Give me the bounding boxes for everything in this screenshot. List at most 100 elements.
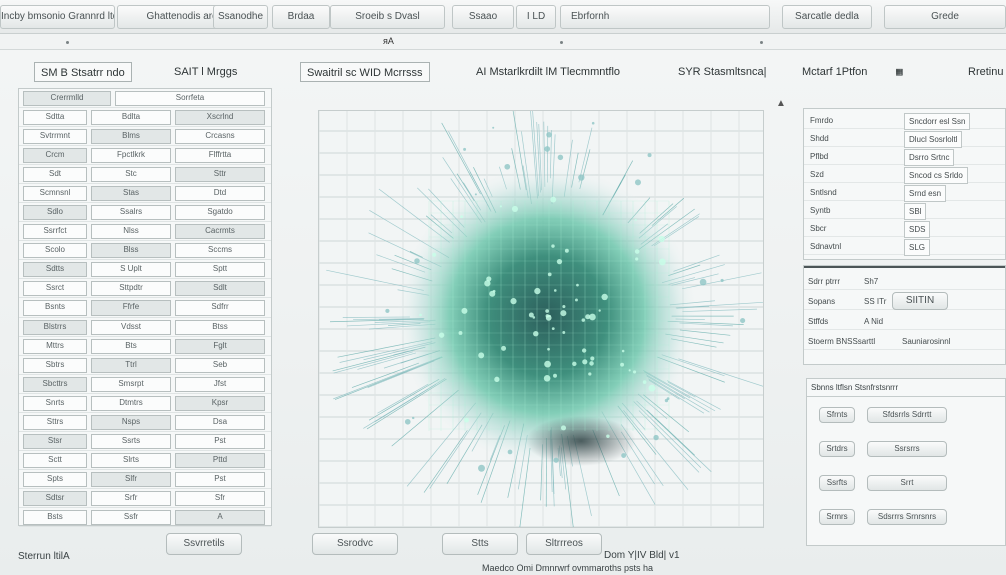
form-field[interactable]: Dtmtrs xyxy=(91,395,171,411)
form-field[interactable]: Ffrfe xyxy=(91,300,171,316)
form-field[interactable]: Sdlt xyxy=(175,281,265,297)
form-field[interactable]: Seb xyxy=(175,357,265,373)
form-field[interactable]: Sttpdtr xyxy=(91,281,171,297)
tab-6[interactable]: Ssaao xyxy=(452,5,514,29)
list-item[interactable]: Ssrfts xyxy=(819,475,855,491)
form-field[interactable]: Pttd xyxy=(175,452,265,468)
menu-item-4[interactable]: AI Mstarlkrdilt lM Tlecmmntflo xyxy=(470,62,626,82)
form-field[interactable]: Fglt xyxy=(175,338,265,354)
form-field[interactable]: Sfr xyxy=(175,490,265,506)
bottom-button-1[interactable]: Ssvrretils xyxy=(166,533,242,555)
toolbar-mark-icon[interactable]: ᴙA xyxy=(383,36,394,46)
bottom-button-3[interactable]: Stts xyxy=(442,533,518,555)
form-field[interactable]: Scmnsnl xyxy=(23,186,87,202)
list-item[interactable]: Sdsrrrs Srnrsnrs xyxy=(867,509,947,525)
form-field[interactable]: Snrts xyxy=(23,395,87,411)
menu-item-7[interactable]: Rretinu xyxy=(962,62,1006,82)
setting-value[interactable]: Sh7 xyxy=(864,274,878,289)
settings-apply-button[interactable]: SIITIN xyxy=(892,292,948,310)
list-item[interactable]: Sfdsrrls Sdrrtt xyxy=(867,407,947,423)
form-field[interactable]: Sctt xyxy=(23,452,87,468)
form-field[interactable]: Crerrmlld xyxy=(23,91,111,107)
form-field[interactable]: Sdtta xyxy=(23,110,87,126)
form-field[interactable]: Sptt xyxy=(175,262,265,278)
form-field[interactable]: Bts xyxy=(91,338,171,354)
form-field[interactable]: Sdfrr xyxy=(175,300,265,316)
form-field[interactable]: Smsrpt xyxy=(91,376,171,392)
form-field[interactable]: Ssrct xyxy=(23,281,87,297)
list-item[interactable]: Ssrsrrs xyxy=(867,441,947,457)
form-field[interactable]: Nsps xyxy=(91,414,171,430)
form-field[interactable]: Blms xyxy=(91,129,171,145)
property-value[interactable]: SDS xyxy=(904,221,931,238)
form-field[interactable]: Pst xyxy=(175,471,265,487)
form-field[interactable]: Ssrts xyxy=(91,433,171,449)
form-field[interactable]: Flffrtta xyxy=(175,148,265,164)
form-field[interactable]: Jfst xyxy=(175,376,265,392)
form-field[interactable]: Sdtsr xyxy=(23,490,87,506)
form-field[interactable]: Sgatdo xyxy=(175,205,265,221)
form-field[interactable]: Sttr xyxy=(175,167,265,183)
setting-value[interactable]: SS ITr xyxy=(864,294,886,309)
form-field[interactable]: Svtrrmnt xyxy=(23,129,87,145)
form-field[interactable]: A xyxy=(175,509,265,525)
form-field[interactable]: Kpsr xyxy=(175,395,265,411)
tab-9[interactable]: Sarcatle dedla xyxy=(782,5,872,29)
tab-3[interactable]: Ssanodhe xyxy=(213,5,268,29)
form-field[interactable]: Sorrfeta xyxy=(115,91,265,107)
menu-item-5[interactable]: SYR Stasmltsnca| xyxy=(672,62,772,82)
form-field[interactable]: Bsnts xyxy=(23,300,87,316)
form-field[interactable]: Btss xyxy=(175,319,265,335)
form-field[interactable]: Pst xyxy=(175,433,265,449)
form-field[interactable]: Sdlo xyxy=(23,205,87,221)
form-field[interactable]: Ssalrs xyxy=(91,205,171,221)
form-field[interactable]: Srfr xyxy=(91,490,171,506)
form-field[interactable]: Sbcttrs xyxy=(23,376,87,392)
form-field[interactable]: Stc xyxy=(91,167,171,183)
form-field[interactable]: Sdtts xyxy=(23,262,87,278)
form-field[interactable]: Sttrs xyxy=(23,414,87,430)
property-value[interactable]: Dsrro Srtnc xyxy=(904,149,955,166)
form-field[interactable]: Crcm xyxy=(23,148,87,164)
scroll-up-icon[interactable]: ▲ xyxy=(776,98,786,109)
grid-icon[interactable]: ▦ xyxy=(890,62,909,82)
setting-value[interactable]: Sauniarosinnl xyxy=(902,334,950,349)
form-field[interactable]: Sdt xyxy=(23,167,87,183)
property-value[interactable]: Dlucl Sosrloltl xyxy=(904,131,963,148)
form-field[interactable]: Ssfr xyxy=(91,509,171,525)
form-field[interactable]: Bsts xyxy=(23,509,87,525)
property-value[interactable]: Sncod cs Srldo xyxy=(904,167,968,184)
bottom-button-2[interactable]: Ssrodvc xyxy=(312,533,398,555)
form-field[interactable]: Slfr xyxy=(91,471,171,487)
bottom-button-4[interactable]: Sltrrreos xyxy=(526,533,602,555)
property-value[interactable]: Srnd esn xyxy=(904,185,947,202)
form-field[interactable]: Stsr xyxy=(23,433,87,449)
tab-8[interactable]: Ebrfornh xyxy=(560,5,770,29)
form-field[interactable]: Dsa xyxy=(175,414,265,430)
list-item[interactable]: Srrt xyxy=(867,475,947,491)
list-item[interactable]: Srmrs xyxy=(819,509,855,525)
form-field[interactable]: Slrts xyxy=(91,452,171,468)
form-field[interactable]: Ttrl xyxy=(91,357,171,373)
form-field[interactable]: Scolo xyxy=(23,243,87,259)
form-field[interactable]: Crcasns xyxy=(175,129,265,145)
tab-5[interactable]: Sroeib s Dvasl xyxy=(330,5,445,29)
form-field[interactable]: Spts xyxy=(23,471,87,487)
list-item[interactable]: Sfrnts xyxy=(819,407,855,423)
property-value[interactable]: SLG xyxy=(904,239,931,256)
form-field[interactable]: Stas xyxy=(91,186,171,202)
menu-item-1[interactable]: SM B Stsatrr ndo xyxy=(34,62,132,82)
setting-value[interactable]: A Nid xyxy=(864,314,883,329)
tab-10[interactable]: Grede xyxy=(884,5,1006,29)
tab-1[interactable]: Incby bmsonio Grannrd ltdl xyxy=(0,5,115,29)
form-field[interactable]: Blss xyxy=(91,243,171,259)
form-field[interactable]: Ssrrfct xyxy=(23,224,87,240)
tab-7[interactable]: I LD xyxy=(516,5,556,29)
tab-4[interactable]: Brdaa xyxy=(272,5,330,29)
form-field[interactable]: Nlss xyxy=(91,224,171,240)
form-field[interactable]: Xscrlnd xyxy=(175,110,265,126)
form-field[interactable]: Sbtrs xyxy=(23,357,87,373)
form-field[interactable]: Fpctlkrk xyxy=(91,148,171,164)
form-field[interactable]: Cacrmts xyxy=(175,224,265,240)
form-field[interactable]: Dtd xyxy=(175,186,265,202)
